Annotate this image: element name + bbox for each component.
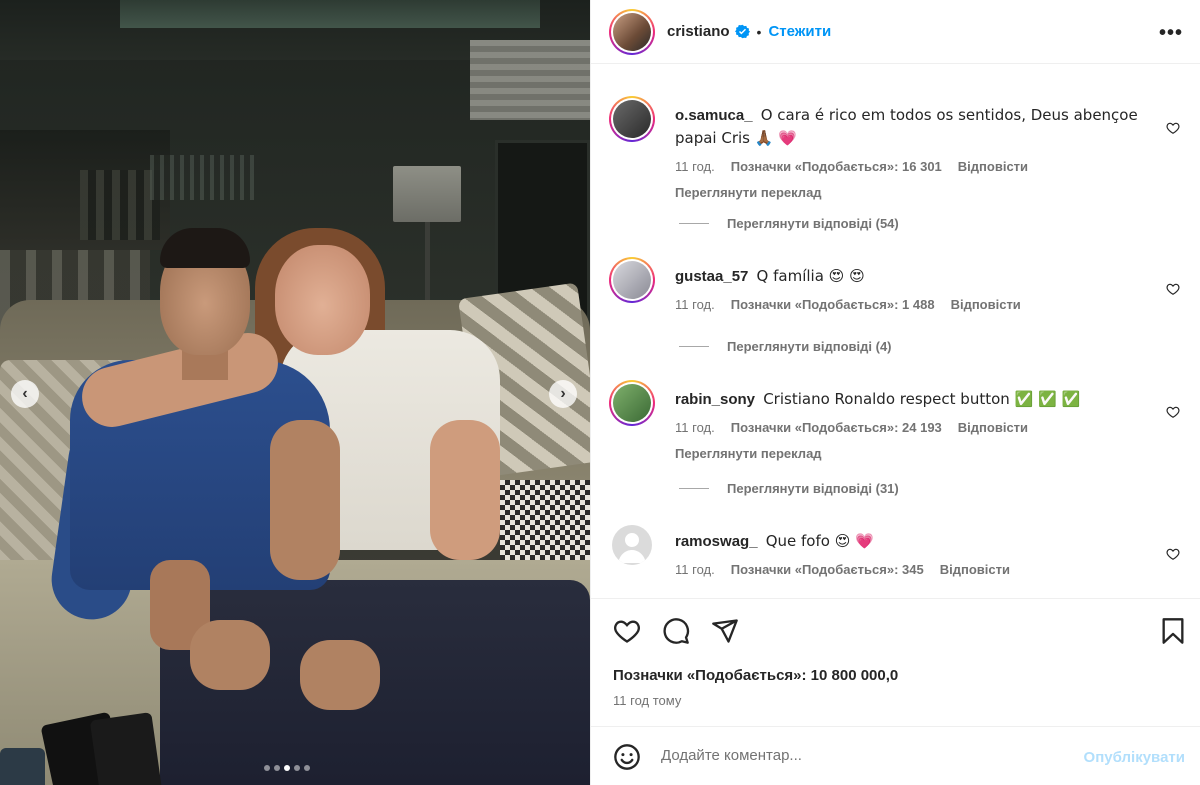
translate-link[interactable]: Переглянути переклад [675, 443, 1145, 465]
carousel-next-button[interactable]: › [549, 380, 577, 408]
carousel-dots [264, 765, 310, 771]
comment-text: Que fofo 😍 💗 [765, 532, 874, 550]
post-side-panel: cristiano • Стежити ••• o.samuca_ O cara… [590, 0, 1200, 785]
share-paper-plane-icon[interactable] [711, 617, 739, 645]
like-comment-heart-icon[interactable] [1166, 405, 1180, 419]
save-bookmark-icon[interactable] [1159, 617, 1187, 645]
like-comment-heart-icon[interactable] [1166, 547, 1180, 561]
comment-meta: 11 год. Позначки «Подобається»: 16 301 В… [675, 156, 1145, 178]
more-options-icon[interactable]: ••• [1159, 22, 1183, 45]
reply-button[interactable]: Відповісти [940, 559, 1010, 581]
comment-username[interactable]: gustaa_57 [675, 268, 748, 285]
photo-man-arm-right [270, 420, 340, 580]
photo-lampshade [393, 166, 461, 222]
chevron-right-icon: › [560, 385, 566, 402]
carousel-dot [304, 765, 310, 771]
comment-body: rabin_sony Cristiano Ronaldo respect but… [675, 388, 1145, 465]
comment-body: ramoswag_ Que fofo 😍 💗 11 год. Позначки … [675, 530, 1145, 581]
default-avatar-icon [618, 533, 646, 563]
photo-remote-2 [89, 712, 163, 785]
comment-likes[interactable]: Позначки «Подобається»: 16 301 [731, 156, 942, 178]
comment-username[interactable]: ramoswag_ [675, 533, 758, 550]
translate-link[interactable]: Переглянути переклад [675, 182, 1145, 204]
comment-likes[interactable]: Позначки «Подобається»: 345 [731, 559, 924, 581]
post-actions: Позначки «Подобається»: 10 800 000,0 11 … [591, 598, 1200, 728]
post-photo[interactable]: ‹ › [0, 0, 590, 785]
view-replies-button[interactable]: Переглянути відповіді (54) [679, 216, 899, 231]
comment-input[interactable] [661, 747, 1041, 764]
reply-button[interactable]: Відповісти [958, 417, 1028, 439]
chevron-left-icon: ‹ [22, 385, 28, 402]
carousel-dot [274, 765, 280, 771]
commenter-avatar[interactable] [609, 257, 655, 303]
comment-composer: Опублікувати [591, 726, 1200, 785]
like-comment-heart-icon[interactable] [1166, 121, 1180, 135]
photo-man-hand [190, 620, 270, 690]
comment-likes[interactable]: Позначки «Подобається»: 24 193 [731, 417, 942, 439]
photo-lamp-stem [425, 222, 430, 312]
photo-glasses [150, 155, 260, 200]
photo-man-hand-2 [300, 640, 380, 710]
comment-username[interactable]: o.samuca_ [675, 107, 753, 124]
photo-woman-arm [430, 420, 500, 560]
view-replies-label: Переглянути відповіді (31) [727, 481, 899, 496]
post-time-ago: 11 год тому [613, 693, 682, 708]
emoji-picker-icon[interactable] [613, 743, 641, 771]
likes-total[interactable]: Позначки «Подобається»: 10 800 000,0 [613, 667, 898, 684]
comment-time: 11 год. [675, 297, 715, 312]
comment-text: Q família 😍 😍 [756, 267, 865, 285]
author-username[interactable]: cristiano [667, 23, 730, 40]
follow-button[interactable]: Стежити [768, 23, 831, 40]
comment-body: gustaa_57 Q família 😍 😍 11 год. Позначки… [675, 265, 1145, 316]
commenter-avatar[interactable] [612, 525, 652, 565]
comment-body: o.samuca_ O cara é rico em todos os sent… [675, 104, 1145, 204]
view-replies-button[interactable]: Переглянути відповіді (31) [679, 481, 899, 496]
verified-badge-icon [734, 24, 750, 39]
like-comment-heart-icon[interactable] [1166, 282, 1180, 296]
comment-likes[interactable]: Позначки «Подобається»: 1 488 [731, 294, 935, 316]
comment-bubble-icon[interactable] [662, 617, 690, 645]
reply-button[interactable]: Відповісти [958, 156, 1028, 178]
photo-phone [0, 748, 45, 785]
publish-button[interactable]: Опублікувати [1084, 749, 1185, 766]
view-replies-button[interactable]: Переглянути відповіді (4) [679, 339, 892, 354]
comment-username[interactable]: rabin_sony [675, 391, 755, 408]
commenter-avatar[interactable] [609, 96, 655, 142]
carousel-dot [264, 765, 270, 771]
comments-list[interactable]: o.samuca_ O cara é rico em todos os sent… [591, 64, 1200, 599]
comment-time: 11 год. [675, 562, 715, 577]
reply-button[interactable]: Відповісти [951, 294, 1021, 316]
header-separator: • [756, 23, 762, 40]
carousel-prev-button[interactable]: ‹ [11, 380, 39, 408]
photo-woman-face [275, 245, 370, 355]
photo-cornice [120, 0, 540, 28]
commenter-avatar[interactable] [609, 380, 655, 426]
like-heart-icon[interactable] [613, 617, 641, 645]
comment-time: 11 год. [675, 420, 715, 435]
comment-meta: 11 год. Позначки «Подобається»: 24 193 В… [675, 417, 1145, 439]
photo-man-hair [160, 228, 250, 268]
view-replies-label: Переглянути відповіді (4) [727, 339, 892, 354]
carousel-dot [284, 765, 290, 771]
comment-text: Cristiano Ronaldo respect button ✅ ✅ ✅ [763, 390, 1081, 408]
comment-meta: 11 год. Позначки «Подобається»: 1 488 Ві… [675, 294, 1145, 316]
comment-meta: 11 год. Позначки «Подобається»: 345 Відп… [675, 559, 1145, 581]
view-replies-label: Переглянути відповіді (54) [727, 216, 899, 231]
photo-bottles [80, 170, 160, 240]
photo-window-blind [470, 40, 590, 120]
author-avatar[interactable] [609, 8, 655, 55]
carousel-dot [294, 765, 300, 771]
comment-time: 11 год. [675, 159, 715, 174]
post-header: cristiano • Стежити ••• [591, 0, 1200, 64]
